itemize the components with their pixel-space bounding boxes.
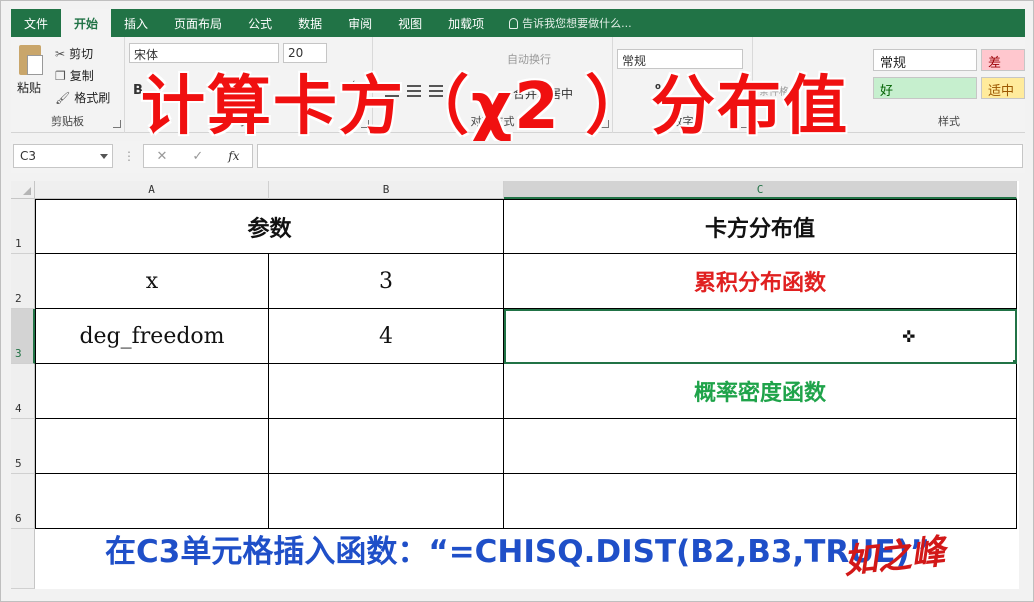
format-painter-button[interactable]: 🖌 格式刷 (55, 89, 110, 106)
instruction-caption: 在C3单元格插入函数：“=CHISQ.DIST(B2,B3,TRUE)” (105, 534, 931, 570)
row-header-3[interactable]: 3 (11, 309, 35, 364)
cell-b3[interactable]: 4 (269, 309, 504, 364)
copy-icon: ❐ (55, 68, 66, 83)
tab-home[interactable]: 开始 (61, 9, 112, 37)
cell-c3-active[interactable]: ✜ (504, 309, 1017, 364)
tell-me-text: 告诉我您想要做什么... (522, 17, 632, 30)
cell-a3[interactable]: deg_freedom (35, 309, 269, 364)
name-box[interactable]: C3 (13, 144, 113, 168)
tab-addins[interactable]: 加载项 (435, 9, 497, 37)
font-name-select[interactable]: 宋体 (129, 43, 279, 63)
wrap-text-button[interactable]: 自动换行 (507, 51, 551, 67)
worksheet-grid: A B C 1 2 3 4 5 6 参数 卡方分布值 x 3 累积分布函数 de… (11, 181, 1019, 589)
tab-view[interactable]: 视图 (385, 9, 435, 37)
styles-group-label: 样式 (938, 115, 960, 128)
lightbulb-icon (509, 17, 519, 29)
cell-a2[interactable]: x (35, 254, 269, 309)
plus-cursor-icon: ✜ (902, 327, 916, 346)
overlay-title: 计算卡方（χ2 ）分布值 (141, 70, 850, 144)
cell-a1-merged[interactable]: 参数 (35, 199, 504, 254)
cell-c4[interactable]: 概率密度函数 (504, 364, 1017, 419)
format-painter-label: 格式刷 (74, 91, 111, 105)
cell-b4[interactable] (269, 364, 504, 419)
cell-c5[interactable] (504, 419, 1017, 474)
cell-a4[interactable] (35, 364, 269, 419)
formula-buttons: ✕ ✓ fx (143, 144, 253, 168)
brush-icon: 🖌 (55, 90, 71, 105)
clipboard-group-label: 剪贴板 (51, 115, 84, 128)
formula-bar: C3 ⋮ ✕ ✓ fx (11, 141, 1025, 173)
cell-c1[interactable]: 卡方分布值 (504, 199, 1017, 254)
tell-me-search[interactable]: 告诉我您想要做什么... (497, 9, 632, 37)
style-bad[interactable]: 差 (981, 49, 1025, 71)
cell-c2[interactable]: 累积分布函数 (504, 254, 1017, 309)
tab-insert[interactable]: 插入 (111, 9, 161, 37)
name-box-value: C3 (20, 149, 37, 163)
tab-file[interactable]: 文件 (11, 9, 61, 37)
tab-page-layout[interactable]: 页面布局 (161, 9, 235, 37)
drag-handle-icon[interactable]: ⋮ (123, 149, 135, 163)
row-header-1[interactable]: 1 (11, 199, 35, 254)
paste-button[interactable]: 粘贴 (17, 79, 41, 96)
row-header-5[interactable]: 5 (11, 419, 35, 474)
style-good[interactable]: 好 (873, 77, 977, 99)
style-neutral[interactable]: 适中 (981, 77, 1025, 99)
cut-label: 剪切 (69, 47, 94, 61)
font-size-select[interactable]: 20 (283, 43, 327, 63)
cancel-icon[interactable]: ✕ (156, 149, 167, 164)
excel-window: 文件 开始 插入 页面布局 公式 数据 审阅 视图 加载项 告诉我您想要做什么.… (0, 0, 1034, 602)
scissors-icon: ✂ (55, 46, 66, 61)
chevron-down-icon[interactable] (100, 154, 108, 159)
tab-formulas[interactable]: 公式 (235, 9, 285, 37)
ribbon-tab-bar: 文件 开始 插入 页面布局 公式 数据 审阅 视图 加载项 告诉我您想要做什么.… (11, 9, 1025, 37)
enter-icon[interactable]: ✓ (192, 149, 203, 164)
copy-button[interactable]: ❐ 复制 (55, 67, 94, 84)
style-normal[interactable]: 常规 (873, 49, 977, 71)
select-all-corner[interactable] (11, 181, 35, 199)
copy-label: 复制 (69, 69, 94, 83)
column-header-c[interactable]: C (504, 181, 1017, 199)
cell-a5[interactable] (35, 419, 269, 474)
column-header-a[interactable]: A (35, 181, 269, 199)
cell-b5[interactable] (269, 419, 504, 474)
row-header-6[interactable]: 6 (11, 474, 35, 529)
ribbon-home: 粘贴 ✂ 剪切 ❐ 复制 🖌 格式刷 剪贴板 宋体 20 B wén 字体 自动… (11, 37, 1025, 139)
insert-function-icon[interactable]: fx (228, 149, 239, 163)
cell-b2[interactable]: 3 (269, 254, 504, 309)
row-header-4[interactable]: 4 (11, 364, 35, 419)
cell-a6[interactable] (35, 474, 269, 529)
cell-b6[interactable] (269, 474, 504, 529)
column-header-b[interactable]: B (269, 181, 504, 199)
tab-data[interactable]: 数据 (285, 9, 335, 37)
tab-review[interactable]: 审阅 (335, 9, 385, 37)
row-header-2[interactable]: 2 (11, 254, 35, 309)
paste-icon[interactable] (19, 45, 43, 75)
formula-input[interactable] (257, 144, 1023, 168)
clipboard-launcher-icon[interactable] (113, 120, 121, 128)
cell-c6[interactable] (504, 474, 1017, 529)
cut-button[interactable]: ✂ 剪切 (55, 45, 93, 62)
clipboard-group: 粘贴 ✂ 剪切 ❐ 复制 🖌 格式刷 剪贴板 (11, 37, 125, 133)
number-format-select[interactable]: 常规 (617, 49, 743, 69)
row-header-7[interactable] (11, 529, 35, 589)
